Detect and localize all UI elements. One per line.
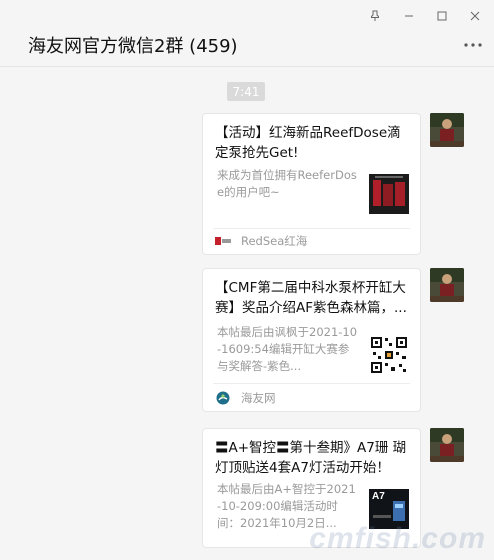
pin-icon[interactable]	[364, 6, 386, 26]
thumbnail-label: A7	[372, 491, 385, 502]
more-icon[interactable]	[462, 36, 484, 54]
minimize-icon[interactable]	[398, 6, 420, 26]
card-description: 来成为首位拥有ReeferDose的用户吧~	[217, 168, 357, 199]
message-timestamp: 7:41	[227, 82, 265, 101]
link-card[interactable]: 【CMF第二届中科水泵杯开缸大赛】奖品介绍AF紫色森林篇，... 本帖最后由讽枫…	[202, 268, 421, 412]
close-icon[interactable]	[464, 6, 486, 26]
chat-title: 海友网官方微信2群 (459)	[28, 36, 238, 57]
card-source: RedSea红海	[215, 232, 307, 250]
card-title: 〓A+智控〓第十叁期》A7珊 瑚灯顶贴送4套A7灯活动开始！	[215, 440, 407, 476]
card-description: 本帖最后由讽枫于2021-10-1609:54编辑开缸大赛参与奖解答-紫色...	[217, 325, 358, 373]
card-title: 【CMF第二届中科水泵杯开缸大赛】奖品介绍AF紫色森林篇，...	[215, 280, 407, 316]
avatar[interactable]	[430, 428, 464, 462]
card-divider	[213, 228, 410, 229]
maximize-icon[interactable]	[431, 6, 453, 26]
avatar[interactable]	[430, 113, 464, 147]
title-bar: 海友网官方微信2群 (459)	[0, 0, 494, 67]
card-source: 海友网	[215, 389, 276, 407]
qr-code-thumbnail	[369, 335, 409, 375]
link-card[interactable]: 【活动】红海新品ReefDose滴定泵抢先Get! 来成为首位拥有ReeferD…	[202, 113, 421, 255]
card-source-label: RedSea红海	[241, 234, 308, 248]
watermark: cmfish.com	[309, 522, 486, 555]
card-thumbnail	[369, 174, 409, 214]
card-source-label: 海友网	[241, 391, 276, 405]
avatar[interactable]	[430, 268, 464, 302]
redsea-logo-icon	[215, 234, 231, 248]
haiyouwang-logo-icon	[215, 391, 231, 405]
card-divider	[213, 383, 410, 384]
card-title: 【活动】红海新品ReefDose滴定泵抢先Get!	[215, 125, 401, 161]
